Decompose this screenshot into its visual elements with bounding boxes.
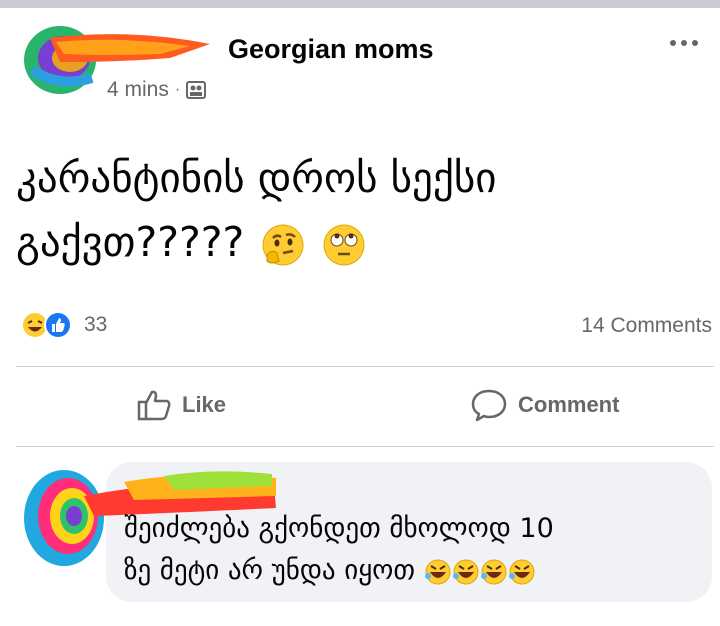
rolling-laughing-faces xyxy=(424,559,535,584)
rolling-laughing-face-icon xyxy=(480,559,507,584)
more-options-button[interactable] xyxy=(664,28,704,58)
comment-button[interactable]: Comment xyxy=(470,388,619,422)
thinking-face-icon xyxy=(262,224,304,266)
post-text-line2: გაქვთ????? xyxy=(16,210,706,274)
comments-count-link[interactable]: 14 Comments xyxy=(581,314,712,338)
comment-bubble-icon xyxy=(471,389,507,422)
rolling-laughing-face-icon xyxy=(452,559,479,584)
reaction-count: 33 xyxy=(84,313,108,336)
reaction-icons xyxy=(21,311,72,339)
like-button[interactable]: Like xyxy=(136,388,226,422)
post-text-line1: კარანტინის დროს სექსი xyxy=(16,154,497,202)
more-dots-icon xyxy=(670,40,698,46)
group-icon xyxy=(186,81,207,99)
group-name[interactable]: Georgian moms xyxy=(228,34,434,65)
post-meta: 4 mins · xyxy=(107,78,207,102)
rolling-laughing-face-icon xyxy=(508,559,535,584)
like-label: Like xyxy=(182,392,227,417)
timestamp[interactable]: 4 mins xyxy=(107,78,169,102)
post-text-line2-text: გაქვთ????? xyxy=(16,218,245,266)
reactions-summary[interactable]: 33 xyxy=(20,310,107,340)
comment-text-line2: ზე მეტი არ უნდა იყოთ xyxy=(124,550,554,592)
meta-separator: · xyxy=(174,81,181,98)
comment-text-line2-text: ზე მეტი არ უნდა იყოთ xyxy=(124,555,416,586)
comment-text: შეიძლება გქონდეთ მხოლოდ 10 ზე მეტი არ უნ… xyxy=(124,508,554,592)
top-edge-bar xyxy=(0,0,720,8)
comment-label: Comment xyxy=(518,392,620,417)
thumbs-up-icon xyxy=(137,390,171,421)
rolling-laughing-face-icon xyxy=(424,559,451,584)
divider-bottom xyxy=(16,446,714,447)
post-text: კარანტინის დროს სექსი გაქვთ????? xyxy=(16,146,706,274)
rolling-eyes-face-icon xyxy=(323,224,365,266)
comment-text-line1: შეიძლება გქონდეთ მხოლოდ 10 xyxy=(124,513,554,544)
divider-top xyxy=(16,366,714,367)
like-thumbs-icon xyxy=(44,311,72,339)
